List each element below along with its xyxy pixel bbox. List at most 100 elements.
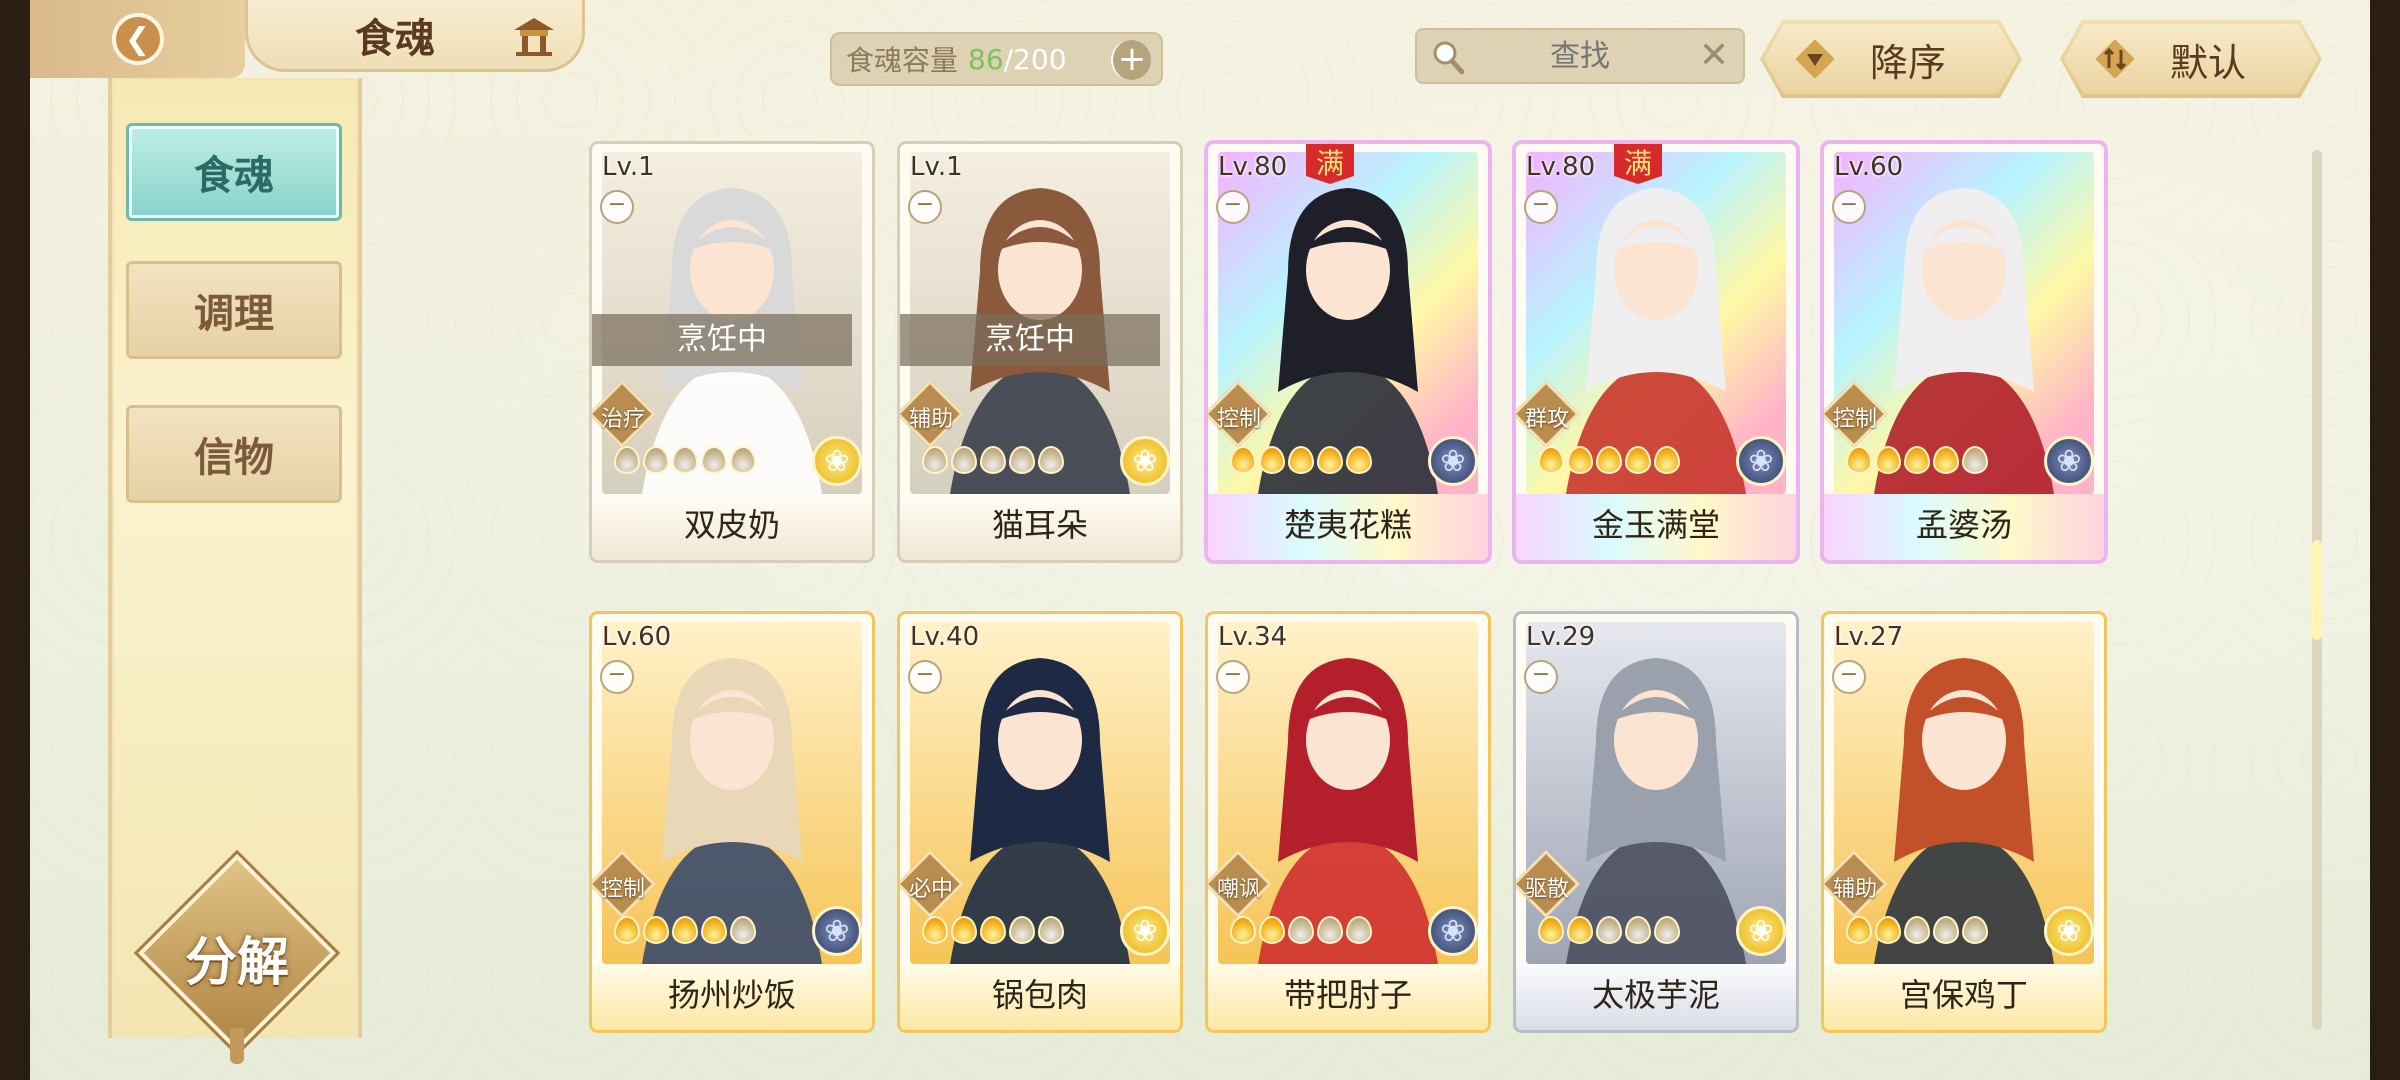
element-gem-icon: ❀ xyxy=(1736,906,1786,956)
element-gem-icon: ❀ xyxy=(1736,436,1786,486)
food-soul-card[interactable]: Lv.40 − 必中 ❀ 锅包肉 xyxy=(900,614,1180,1030)
clear-search-icon[interactable]: ✕ xyxy=(1699,36,1729,76)
lock-toggle-icon[interactable]: − xyxy=(600,660,634,694)
sidebar-tab-conditioning[interactable]: 调理 xyxy=(126,261,342,359)
food-soul-card[interactable]: Lv.27 − 辅助 ❀ 宫保鸡丁 xyxy=(1824,614,2104,1030)
grid-scrollbar[interactable] xyxy=(2312,150,2322,1030)
star-flame-icon xyxy=(922,916,948,944)
lock-toggle-icon[interactable]: − xyxy=(600,190,634,224)
food-soul-name: 带把肘子 xyxy=(1283,976,1412,1014)
lock-toggle-icon[interactable]: − xyxy=(1832,660,1866,694)
star-flame-icon xyxy=(1654,446,1680,474)
star-flame-icon xyxy=(1962,446,1988,474)
food-soul-card[interactable]: Lv.29 − 驱散 ❀ 太极芋泥 xyxy=(1516,614,1796,1030)
star-flame-icon xyxy=(1962,916,1988,944)
star-flame-icon xyxy=(643,446,669,474)
role-badge: 治疗 xyxy=(592,380,656,448)
capacity-label: 食魂容量 xyxy=(846,44,959,77)
sort-criteria-button[interactable]: 默认 xyxy=(2060,20,2322,98)
cooking-status-banner: 烹饪中 xyxy=(592,314,852,366)
lock-toggle-icon[interactable]: − xyxy=(908,190,942,224)
food-soul-card[interactable]: Lv.80 满 − 控制 ❀ 楚夷花糕 xyxy=(1208,144,1488,560)
star-flame-icon xyxy=(1259,916,1285,944)
capacity-total: 200 xyxy=(1013,42,1067,76)
role-badge: 辅助 xyxy=(900,380,964,448)
star-rating xyxy=(1538,916,1680,944)
food-soul-name: 太极芋泥 xyxy=(1591,976,1720,1014)
home-pavilion-icon[interactable] xyxy=(510,14,558,58)
sidebar-tab-label: 信物 xyxy=(194,434,274,481)
role-badge: 控制 xyxy=(1824,380,1888,448)
star-flame-icon xyxy=(1317,916,1343,944)
tassel-decoration xyxy=(230,1028,244,1064)
food-soul-card[interactable]: Lv.1 − 烹饪中 辅助 ❀ 猫耳朵 xyxy=(900,144,1180,560)
star-flame-icon xyxy=(614,446,640,474)
role-badge: 必中 xyxy=(900,850,964,918)
food-soul-name: 双皮奶 xyxy=(683,506,780,544)
star-flame-icon xyxy=(701,446,727,474)
food-soul-card[interactable]: Lv.34 − 嘲讽 ❀ 带把肘子 xyxy=(1208,614,1488,1030)
lock-toggle-icon[interactable]: − xyxy=(1216,660,1250,694)
sidebar-tab-food-souls[interactable]: 食魂 xyxy=(126,123,342,221)
level-label: Lv.27 xyxy=(1834,622,1904,652)
star-flame-icon xyxy=(1259,446,1285,474)
star-flame-icon xyxy=(730,446,756,474)
star-flame-icon xyxy=(1875,916,1901,944)
search-box: ✕ xyxy=(1415,28,1745,84)
role-label: 控制 xyxy=(1832,407,1877,432)
star-rating xyxy=(922,446,1064,474)
star-flame-icon xyxy=(1038,916,1064,944)
star-flame-icon xyxy=(1009,916,1035,944)
back-button[interactable]: ❮ xyxy=(30,0,245,78)
level-label: Lv.29 xyxy=(1526,622,1596,652)
lock-toggle-icon[interactable]: − xyxy=(1832,190,1866,224)
title-tab: 食魂 xyxy=(245,0,585,72)
sidebar-tab-tokens[interactable]: 信物 xyxy=(126,405,342,503)
star-flame-icon xyxy=(951,446,977,474)
star-flame-icon xyxy=(1346,446,1372,474)
scrollbar-thumb[interactable] xyxy=(2312,540,2322,640)
star-flame-icon xyxy=(643,916,669,944)
element-gem-icon: ❀ xyxy=(1120,436,1170,486)
food-soul-card[interactable]: Lv.60 − 控制 ❀ 扬州炒饭 xyxy=(592,614,872,1030)
food-soul-name: 锅包肉 xyxy=(991,976,1088,1014)
sort-order-button[interactable]: 降序 xyxy=(1760,20,2022,98)
level-label: Lv.60 xyxy=(602,622,672,652)
lock-toggle-icon[interactable]: − xyxy=(908,660,942,694)
role-label: 必中 xyxy=(908,877,953,902)
sort-toggle-icon xyxy=(2096,40,2134,78)
lock-toggle-icon[interactable]: − xyxy=(1216,190,1250,224)
cooking-status-banner: 烹饪中 xyxy=(900,314,1160,366)
food-soul-card[interactable]: Lv.80 满 − 群攻 ❀ 金玉满堂 xyxy=(1516,144,1796,560)
element-gem-icon: ❀ xyxy=(1428,906,1478,956)
add-capacity-button[interactable]: + xyxy=(1111,40,1151,80)
star-flame-icon xyxy=(1230,446,1256,474)
star-flame-icon xyxy=(614,916,640,944)
star-flame-icon xyxy=(730,916,756,944)
role-badge: 嘲讽 xyxy=(1208,850,1272,918)
star-rating xyxy=(614,916,756,944)
capacity-display: 食魂容量 86 / 200 + xyxy=(830,32,1163,86)
star-rating xyxy=(1846,446,1988,474)
level-label: Lv.34 xyxy=(1218,622,1288,652)
back-arrow-icon: ❮ xyxy=(111,13,164,65)
decompose-button[interactable]: 分解 xyxy=(138,854,336,1064)
star-flame-icon xyxy=(1538,916,1564,944)
role-label: 嘲讽 xyxy=(1216,877,1261,902)
star-rating xyxy=(922,916,1064,944)
lock-toggle-icon[interactable]: − xyxy=(1524,190,1558,224)
star-flame-icon xyxy=(672,446,698,474)
role-badge: 控制 xyxy=(592,850,656,918)
capacity-separator: / xyxy=(1003,42,1014,76)
element-gem-icon: ❀ xyxy=(812,906,862,956)
food-soul-card[interactable]: Lv.1 − 烹饪中 治疗 ❀ 双皮奶 xyxy=(592,144,872,560)
food-soul-card[interactable]: Lv.60 − 控制 ❀ 孟婆汤 xyxy=(1824,144,2104,560)
star-flame-icon xyxy=(1317,446,1343,474)
star-flame-icon xyxy=(1346,916,1372,944)
star-flame-icon xyxy=(1625,446,1651,474)
food-soul-grid: Lv.1 − 烹饪中 治疗 ❀ 双皮奶 Lv.1 − 烹饪中 辅助 ❀ 猫耳朵 Lv.80 满 − 控制 ❀ 楚夷… xyxy=(592,144,2104,1034)
star-flame-icon xyxy=(1567,916,1593,944)
sidebar-tab-label: 食魂 xyxy=(194,152,274,199)
lock-toggle-icon[interactable]: − xyxy=(1524,660,1558,694)
food-soul-name: 楚夷花糕 xyxy=(1283,506,1412,544)
